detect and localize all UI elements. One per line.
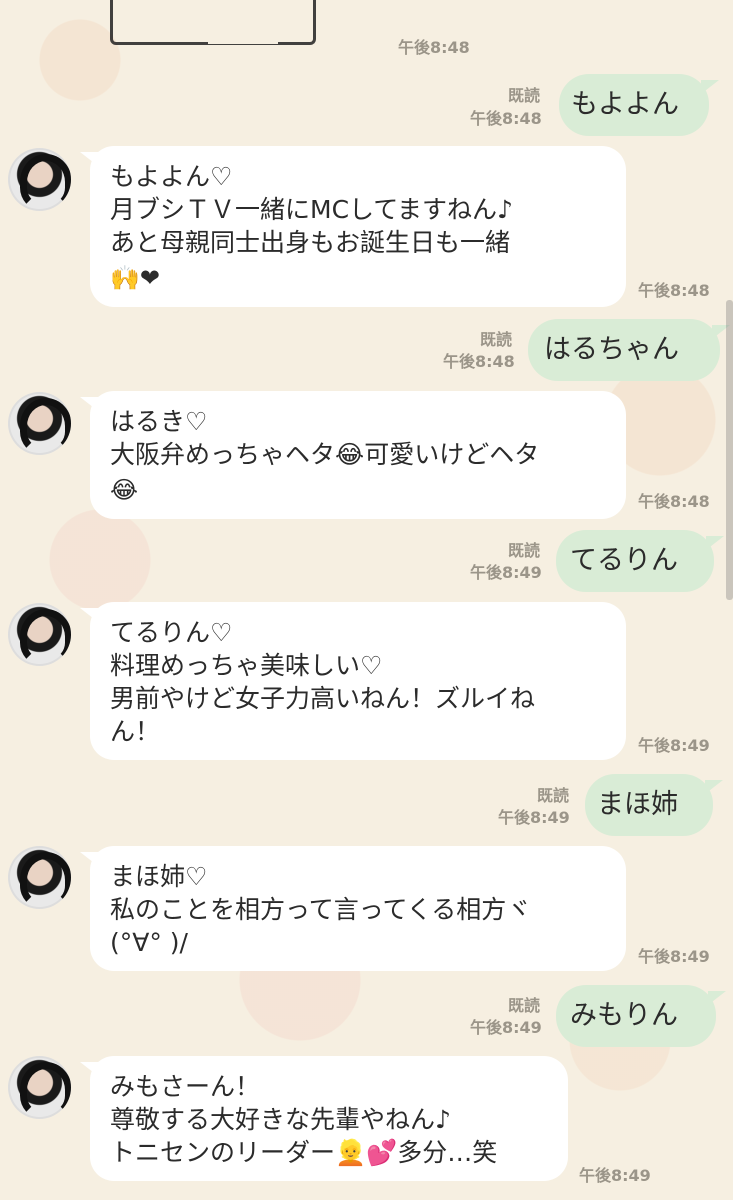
outgoing-message-bubble[interactable]: もよよん [559,74,719,136]
message-text: まほ姉 [597,789,678,820]
message-line: 尊敬する大好きな先輩やねん♪ [110,1105,451,1134]
message-line: 料理めっちゃ美味しい♡ [110,651,383,680]
message-line: 月ブシＴＶ一緒にMCしてますねん♪ [110,195,513,224]
read-receipt: 既読 [537,786,570,805]
message-line: 🙌❤ [110,259,606,295]
message-text: はるちゃん [544,334,679,365]
message-line: てるりん♡ [110,618,233,647]
message-timestamp: 午後8:49 [579,1166,651,1185]
message-text: もよよん [571,89,679,120]
sender-avatar[interactable] [8,148,71,211]
incoming-message-bubble[interactable]: はるき♡ 大阪弁めっちゃヘタ😂可愛いけどヘタ 😂 [80,391,626,519]
sender-avatar[interactable] [8,603,71,666]
read-receipt: 既読 [508,996,541,1015]
message-line: はるき♡ [110,407,208,436]
message-timestamp: 午後8:49 [498,808,570,827]
message-timestamp: 午後8:48 [398,38,470,57]
incoming-message-bubble[interactable]: もよよん♡ 月ブシＴＶ一緒にMCしてますねん♪ あと母親同士出身もお誕生日も一緒… [80,146,626,307]
read-receipt: 既読 [508,86,541,105]
sender-avatar[interactable] [8,1056,71,1119]
message-text: てるりん [570,545,678,576]
read-receipt: 既読 [480,330,513,349]
read-receipt: 既読 [508,541,541,560]
message-line: 男前やけど女子力高いねん！ズルイね [110,684,536,713]
emoji-icon: 😂 [110,476,139,504]
outgoing-message-bubble[interactable]: みもりん [556,985,726,1047]
scrollbar-thumb[interactable] [726,300,733,600]
message-line: トニセンのリーダー👱💕多分…笑 [110,1138,498,1167]
sender-avatar[interactable] [8,846,71,909]
incoming-message-bubble[interactable]: てるりん♡ 料理めっちゃ美味しい♡ 男前やけど女子力高いねん！ズルイね ん！ [80,602,626,760]
sender-avatar[interactable] [8,392,71,455]
message-line: あと母親同士出身もお誕生日も一緒 [110,228,511,257]
message-line: 私のことを相方って言ってくる相方ヾ [110,895,532,924]
message-line: (°∀° )/ [110,928,188,957]
message-timestamp: 午後8:48 [470,109,542,128]
message-timestamp: 午後8:49 [638,736,710,755]
message-line: ん！ [110,717,161,746]
message-line: 大阪弁めっちゃヘタ😂可愛いけどヘタ [110,440,540,469]
outgoing-message-bubble[interactable]: はるちゃん [528,319,730,381]
message-text: みもりん [570,1000,678,1031]
message-timestamp: 午後8:48 [638,281,710,300]
message-timestamp: 午後8:48 [638,492,710,511]
previous-sticker-image[interactable] [110,0,316,45]
message-line: まほ姉♡ [110,862,208,891]
message-line: もよよん♡ [110,162,233,191]
outgoing-message-bubble[interactable]: まほ姉 [585,774,723,836]
message-timestamp: 午後8:49 [470,563,542,582]
incoming-message-bubble[interactable]: まほ姉♡ 私のことを相方って言ってくる相方ヾ (°∀° )/ [80,846,626,971]
message-timestamp: 午後8:49 [638,947,710,966]
incoming-message-bubble[interactable]: みもさーん！ 尊敬する大好きな先輩やねん♪ トニセンのリーダー👱💕多分…笑 [80,1056,568,1181]
message-line: 😂 [110,471,606,507]
outgoing-message-bubble[interactable]: てるりん [556,530,724,592]
message-timestamp: 午後8:48 [443,352,515,371]
message-line: みもさーん！ [110,1072,261,1101]
message-timestamp: 午後8:49 [470,1018,542,1037]
emoji-icon: 🙌❤ [110,264,160,292]
